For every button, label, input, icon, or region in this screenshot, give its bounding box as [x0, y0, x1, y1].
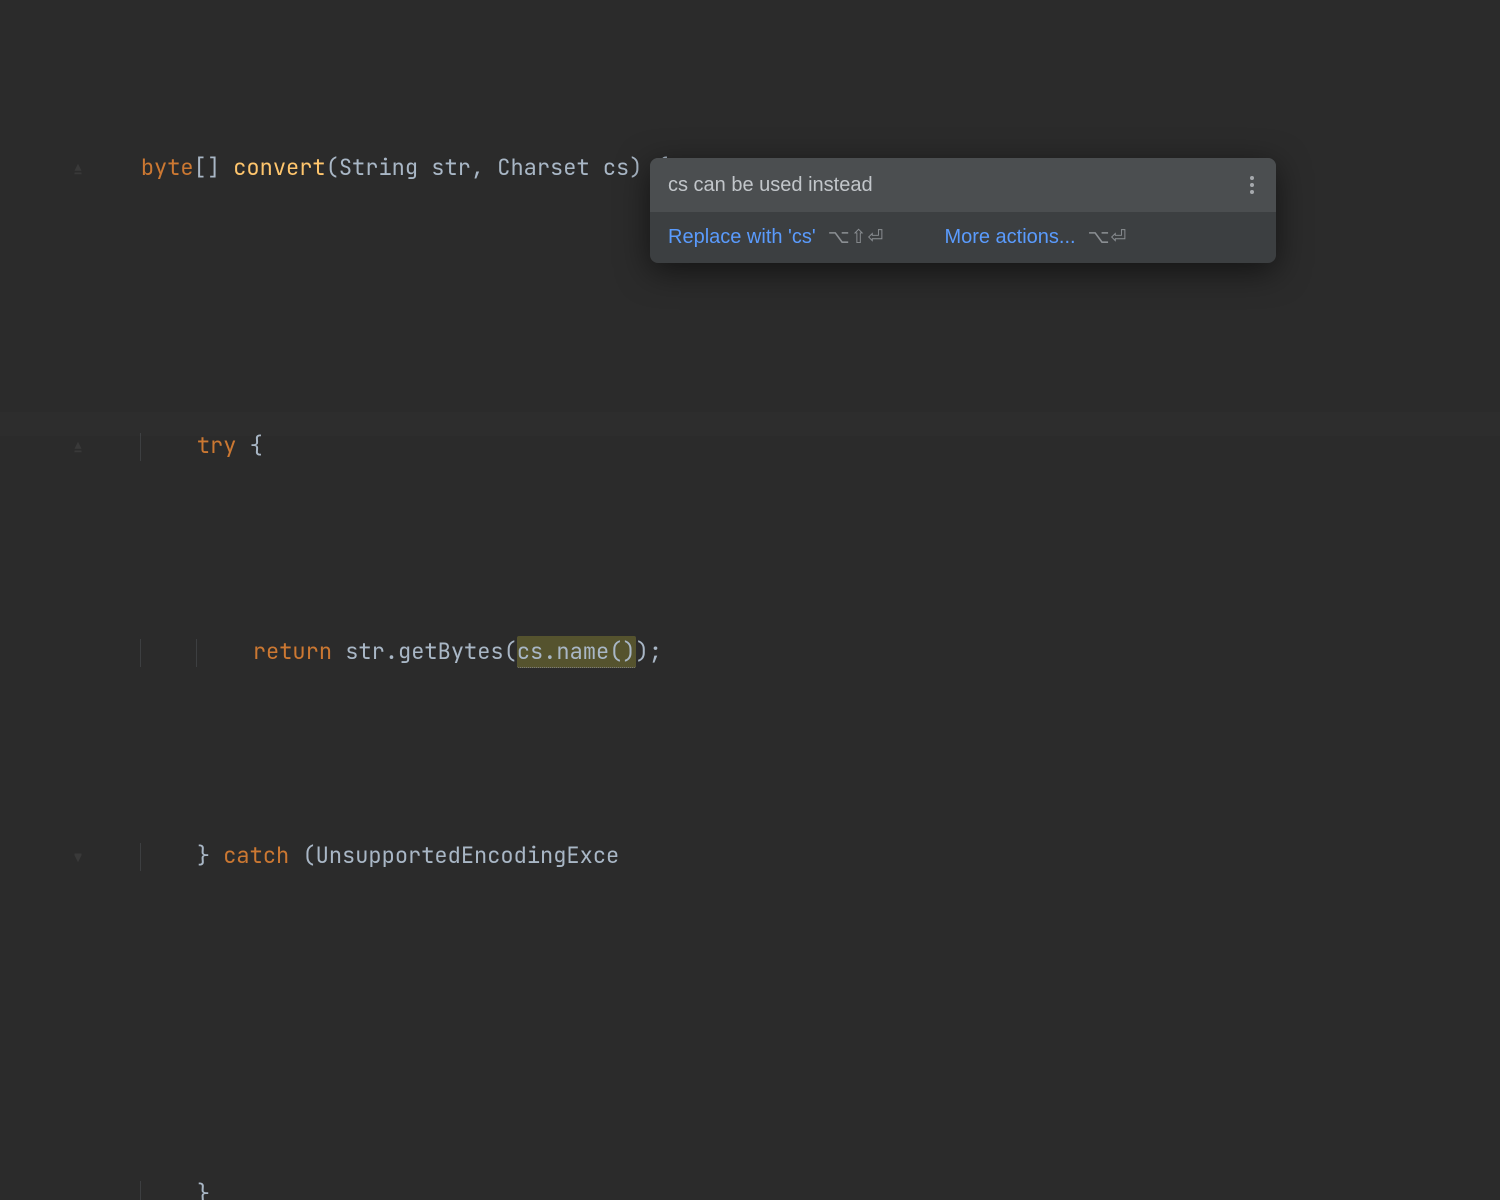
- brackets: []: [194, 153, 234, 182]
- gutter-override-icon[interactable]: [71, 352, 85, 542]
- brace: }: [197, 1179, 210, 1200]
- shortcut-label: ⌥⇧⏎: [828, 226, 885, 249]
- code-line[interactable]: return str.getBytes(cs.name());: [18, 586, 1500, 718]
- code-line[interactable]: [18, 996, 1500, 1128]
- keyword-catch: catch: [223, 841, 289, 870]
- code-line[interactable]: try {: [18, 308, 1500, 586]
- keyword-byte: byte: [141, 153, 194, 182]
- code-line[interactable]: }: [18, 1128, 1500, 1200]
- quickfix-replace-link[interactable]: Replace with 'cs': [668, 226, 816, 249]
- code-line[interactable]: } catch (UnsupportedEncodingExce: [18, 718, 1500, 996]
- inspection-highlight[interactable]: cs.name(): [517, 636, 636, 668]
- popup-title: cs can be used instead: [668, 174, 873, 197]
- shortcut-label: ⌥⏎: [1088, 226, 1128, 249]
- more-actions-link[interactable]: More actions...: [944, 226, 1075, 249]
- popup-actions-row: Replace with 'cs' ⌥⇧⏎ More actions... ⌥⏎: [650, 212, 1276, 263]
- catch-params: (UnsupportedEncodingExce: [289, 841, 619, 870]
- gutter-override-icon[interactable]: [71, 74, 85, 264]
- end-of-text-line: [0, 412, 1500, 436]
- brace: }: [197, 841, 223, 870]
- code-text: str.getBytes(: [332, 637, 517, 666]
- method-params: (String str, Charset cs) {: [326, 153, 669, 182]
- more-vertical-icon[interactable]: [1246, 172, 1258, 198]
- code-text: );: [636, 637, 662, 666]
- gutter-implement-icon[interactable]: [71, 762, 85, 952]
- inspection-popup: cs can be used instead Replace with 'cs'…: [650, 158, 1276, 263]
- keyword-return: return: [253, 637, 332, 666]
- popup-header: cs can be used instead: [650, 158, 1276, 212]
- method-name: convert: [233, 153, 325, 182]
